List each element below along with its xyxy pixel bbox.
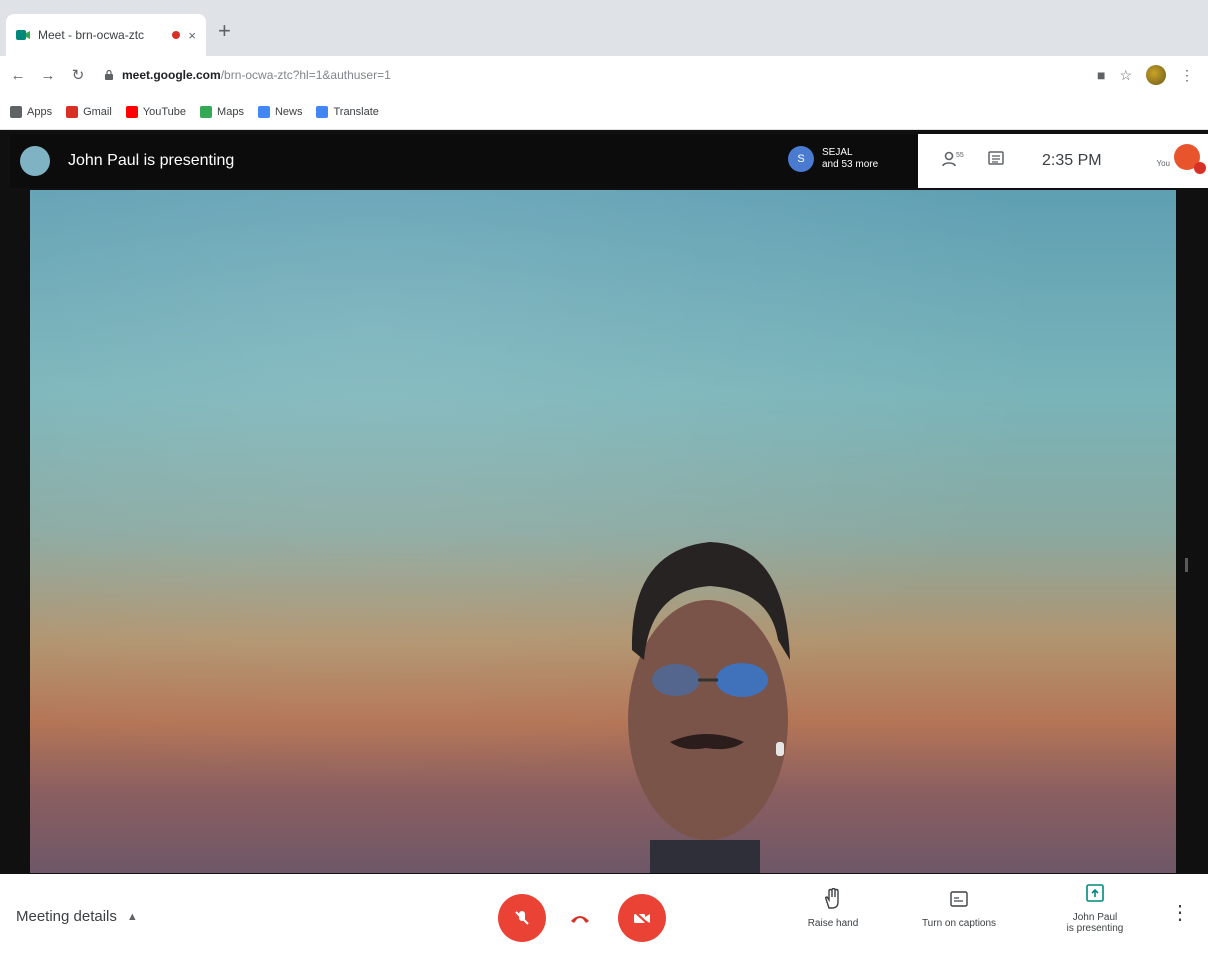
self-tile[interactable]: You <box>1156 144 1206 174</box>
presenting-title: John Paul is presenting <box>68 152 235 169</box>
profile-avatar[interactable] <box>1146 65 1166 85</box>
news-icon <box>257 105 270 118</box>
presenting-button[interactable]: John Paul is presenting <box>1050 882 1140 934</box>
presenter-person-image <box>628 542 790 873</box>
side-panel-handle[interactable] <box>1185 558 1188 572</box>
omnibar: ← → ↻ meet.google.com /brn-ocwa-ztc?hl=1… <box>0 56 1208 94</box>
tab-title: Meet - brn-ocwa-ztc <box>38 28 145 42</box>
translate-icon <box>316 105 329 118</box>
maps-icon <box>200 105 213 118</box>
people-icon[interactable]: 55 <box>942 150 964 173</box>
page: Meet - brn-ocwa-ztc × + ← → ↻ meet.googl… <box>0 0 1208 961</box>
bookmark-youtube[interactable]: YouTube <box>125 105 186 118</box>
meeting-details-button[interactable]: Meeting details ▲ <box>16 908 138 925</box>
presenting-label-line2: is presenting <box>1066 923 1124 934</box>
recording-dot-icon <box>172 31 181 39</box>
presenter-avatar <box>20 146 50 176</box>
bookmark-star-icon[interactable]: ☆ <box>1119 67 1132 84</box>
bookmark-news[interactable]: News <box>257 105 302 118</box>
youtube-icon <box>125 105 138 118</box>
more-options-icon[interactable]: ⋮ <box>1170 900 1190 925</box>
participants-preview[interactable]: S SEJAL and 53 more <box>788 146 878 172</box>
forward-arrow-icon[interactable]: → <box>36 67 60 84</box>
browser-menu-icon[interactable]: ⋮ <box>1180 67 1194 84</box>
meet-top-panel: 55 2:35 PM You <box>918 134 1208 188</box>
presentation-video <box>30 190 1176 873</box>
lock-icon <box>105 70 113 80</box>
bookmark-translate[interactable]: Translate <box>316 105 379 118</box>
camera-indicator-icon[interactable]: ■ <box>1097 67 1105 83</box>
meeting-time: 2:35 PM <box>1042 152 1102 169</box>
bookmarks-bar: Apps Gmail YouTube Maps News Translate <box>0 94 1208 130</box>
leave-call-button[interactable] <box>566 904 594 932</box>
chevron-up-icon: ▲ <box>126 910 138 923</box>
self-label: You <box>1156 159 1171 168</box>
address-bar[interactable]: meet.google.com /brn-ocwa-ztc?hl=1&authu… <box>104 68 391 82</box>
browser-tab-meet[interactable]: Meet - brn-ocwa-ztc × <box>6 14 206 56</box>
mic-off-icon <box>515 911 529 925</box>
participants-text: SEJAL and 53 more <box>822 147 878 171</box>
phone-hangup-icon <box>571 916 589 923</box>
meet-favicon-icon <box>16 28 30 42</box>
participant-avatar: S <box>788 146 814 172</box>
presenting-bar: John Paul is presenting S SEJAL and 53 m… <box>10 134 918 188</box>
new-tab-button[interactable]: + <box>218 20 231 42</box>
gmail-icon <box>66 105 79 118</box>
presenting-label-line1: John Paul <box>1072 912 1118 923</box>
raise-hand-button[interactable]: Raise hand <box>788 888 878 929</box>
participant-name: SEJAL <box>822 147 853 158</box>
video-haze <box>30 190 1176 873</box>
url-host: meet.google.com <box>122 68 221 82</box>
captions-label: Turn on captions <box>921 918 997 929</box>
meeting-details-label: Meeting details <box>16 908 117 925</box>
url-path: /brn-ocwa-ztc?hl=1&authuser=1 <box>220 68 391 82</box>
meet-stage: John Paul is presenting S SEJAL and 53 m… <box>0 130 1208 961</box>
bookmark-maps[interactable]: Maps <box>200 105 244 118</box>
close-tab-icon[interactable]: × <box>188 28 196 43</box>
camera-toggle-button[interactable] <box>618 894 666 942</box>
captions-button[interactable]: Turn on captions <box>914 888 1004 929</box>
omnibar-actions: ■ ☆ ⋮ <box>1097 65 1194 85</box>
reload-icon[interactable]: ↻ <box>66 66 90 84</box>
hand-icon <box>824 888 839 909</box>
participant-more: and 53 more <box>822 159 879 170</box>
raise-hand-label: Raise hand <box>807 918 859 929</box>
meeting-controls: Meeting details ▲ Raise hand Turn on cap… <box>0 874 1208 961</box>
present-screen-icon <box>1086 884 1104 902</box>
bookmark-gmail[interactable]: Gmail <box>66 105 112 118</box>
bookmark-apps[interactable]: Apps <box>10 105 52 118</box>
chat-icon[interactable] <box>988 150 1004 172</box>
svg-text:55: 55 <box>956 152 964 159</box>
mic-off-badge-icon <box>1194 162 1206 174</box>
back-arrow-icon[interactable]: ← <box>6 67 30 84</box>
apps-grid-icon <box>10 105 22 118</box>
camera-off-icon <box>633 910 650 926</box>
mic-toggle-button[interactable] <box>498 894 546 942</box>
browser-tabstrip: Meet - brn-ocwa-ztc × + <box>0 0 1208 56</box>
captions-icon <box>950 891 968 907</box>
